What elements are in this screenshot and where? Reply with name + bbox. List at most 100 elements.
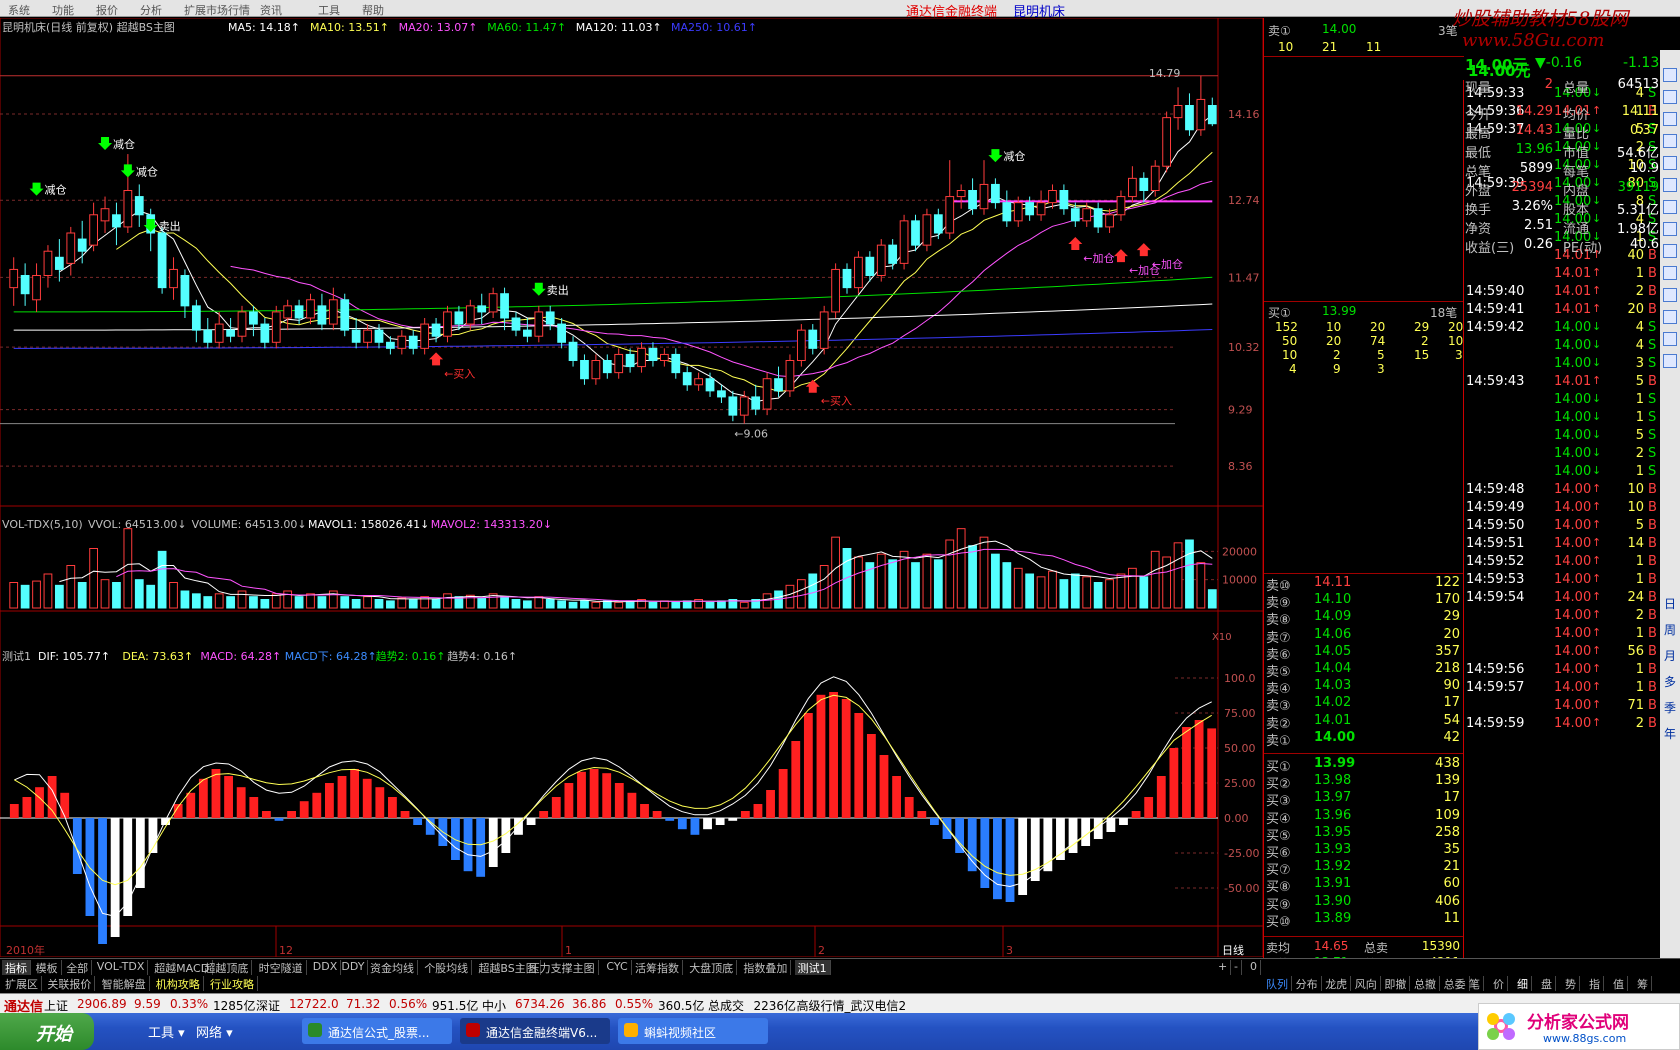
- tick-row[interactable]: 14.00 ↓ 5 S: [1464, 428, 1660, 446]
- candle[interactable]: [774, 366, 783, 397]
- indicator-tab[interactable]: 个股均线: [421, 960, 473, 975]
- indicator-tab[interactable]: 压力支撑主图: [526, 960, 599, 975]
- period-button[interactable]: 季: [1664, 699, 1676, 716]
- tick-row[interactable]: 14:59:54 14.00 ↑ 24 B: [1464, 590, 1660, 608]
- candle[interactable]: [991, 178, 1000, 209]
- candle[interactable]: [762, 372, 772, 416]
- candle[interactable]: [796, 324, 806, 367]
- candle[interactable]: [169, 257, 178, 300]
- period-button[interactable]: 多: [1664, 673, 1676, 690]
- candle[interactable]: [511, 311, 521, 337]
- candle[interactable]: [979, 160, 989, 215]
- extension-tab[interactable]: 扩展区: [2, 976, 42, 991]
- indicator-tab[interactable]: 时空隧道: [256, 960, 307, 975]
- candle[interactable]: [9, 257, 19, 306]
- candle[interactable]: [89, 202, 98, 252]
- tool-icon[interactable]: [1663, 134, 1677, 148]
- menu-item[interactable]: 资讯: [260, 2, 282, 18]
- tick-row[interactable]: 14:59:50 14.00 ↑ 5 B: [1464, 518, 1660, 536]
- candle[interactable]: [728, 390, 738, 422]
- candle[interactable]: [1185, 93, 1194, 136]
- tool-icon[interactable]: [1663, 244, 1677, 258]
- candle[interactable]: [568, 336, 578, 367]
- quote-tab[interactable]: 即撤: [1381, 976, 1411, 991]
- candle[interactable]: [77, 220, 87, 264]
- quote-tab[interactable]: 分布: [1293, 976, 1322, 991]
- indicator-tab[interactable]: DDX: [310, 960, 342, 975]
- candle[interactable]: [580, 354, 589, 385]
- candle[interactable]: [625, 348, 635, 373]
- candle[interactable]: [283, 299, 293, 331]
- taskbar-task[interactable]: 通达信公式_股票...: [302, 1018, 452, 1044]
- candle[interactable]: [1116, 190, 1126, 221]
- candle[interactable]: [271, 305, 281, 349]
- candle[interactable]: [523, 318, 532, 343]
- candle[interactable]: [226, 318, 235, 343]
- tool-icon[interactable]: [1663, 310, 1677, 324]
- candle[interactable]: [112, 202, 121, 246]
- quote-tab[interactable]: 风向: [1352, 976, 1381, 991]
- candle[interactable]: [1162, 111, 1172, 173]
- candle[interactable]: [854, 251, 863, 294]
- candle[interactable]: [340, 293, 350, 337]
- tick-row[interactable]: 14:59:49 14.00 ↑ 10 B: [1464, 500, 1660, 518]
- tool-icon[interactable]: [1663, 200, 1677, 214]
- quote-tab[interactable]: 总撤: [1411, 976, 1440, 991]
- period-button[interactable]: 月: [1664, 647, 1676, 664]
- tool-icon[interactable]: [1663, 222, 1677, 236]
- candle[interactable]: [602, 354, 612, 379]
- taskbar-task[interactable]: 蝌蚪视频社区: [618, 1018, 768, 1044]
- tick-tab[interactable]: 细: [1514, 976, 1532, 991]
- candle[interactable]: [671, 348, 681, 379]
- candle[interactable]: [659, 348, 669, 367]
- tick-row[interactable]: 14.00 ↑ 1 B: [1464, 626, 1660, 644]
- candle[interactable]: [54, 239, 64, 282]
- tool-icon[interactable]: [1663, 266, 1677, 280]
- candle[interactable]: [260, 318, 270, 349]
- candle[interactable]: [922, 208, 932, 252]
- candle[interactable]: [1173, 87, 1183, 130]
- indicator-tab[interactable]: 超越顶底: [201, 960, 253, 975]
- zoom-button[interactable]: +: [1215, 960, 1232, 975]
- period-button[interactable]: 日: [1664, 595, 1676, 612]
- candle[interactable]: [306, 293, 315, 325]
- candle[interactable]: [43, 245, 53, 288]
- tick-row[interactable]: 14:59:57 14.00 ↑ 1 B: [1464, 680, 1660, 698]
- tool-icon[interactable]: [1663, 288, 1677, 302]
- candle[interactable]: [1207, 97, 1217, 127]
- indicator-tab[interactable]: 指数叠加: [740, 960, 792, 975]
- indicator-tab[interactable]: 资金均线: [367, 960, 418, 975]
- candle[interactable]: [956, 184, 966, 209]
- candle[interactable]: [557, 318, 567, 349]
- candle[interactable]: [694, 372, 703, 391]
- tick-tab[interactable]: 价: [1490, 976, 1508, 991]
- candle[interactable]: [648, 342, 658, 367]
- tick-row[interactable]: 14.00 ↓ 3 S: [1464, 356, 1660, 374]
- candle[interactable]: [831, 263, 840, 318]
- tick-row[interactable]: 14:59:51 14.00 ↑ 14 B: [1464, 536, 1660, 554]
- candle[interactable]: [191, 299, 201, 343]
- candle[interactable]: [1002, 190, 1012, 227]
- start-button[interactable]: 开始: [0, 1013, 94, 1050]
- candle[interactable]: [808, 324, 818, 355]
- tick-row[interactable]: 14:59:41 14.01 ↑ 20 B: [1464, 302, 1660, 320]
- menu-item[interactable]: 功能: [52, 2, 74, 18]
- tick-row[interactable]: 14.00 ↑ 56 B: [1464, 644, 1660, 662]
- candle[interactable]: [1048, 184, 1057, 209]
- tick-row[interactable]: 14:59:40 14.01 ↑ 2 B: [1464, 284, 1660, 302]
- menu-item[interactable]: 工具: [318, 2, 340, 18]
- candle[interactable]: [933, 208, 943, 240]
- tick-row[interactable]: 14.00 ↓ 2 S: [1464, 446, 1660, 464]
- candle[interactable]: [203, 318, 213, 349]
- tool-icon[interactable]: [1663, 178, 1677, 192]
- candle[interactable]: [751, 384, 761, 416]
- menu-item[interactable]: 系统: [8, 2, 30, 18]
- candle[interactable]: [420, 318, 430, 355]
- extension-tab[interactable]: 行业攻略: [207, 976, 258, 991]
- candle[interactable]: [397, 330, 407, 355]
- tick-row[interactable]: 14.00 ↓ 1 S: [1464, 464, 1660, 482]
- candle[interactable]: [739, 390, 749, 424]
- tick-row[interactable]: 14.00 ↑ 2 B: [1464, 608, 1660, 626]
- candle[interactable]: [1093, 202, 1103, 233]
- indicator-tab[interactable]: VOL-TDX: [94, 960, 149, 975]
